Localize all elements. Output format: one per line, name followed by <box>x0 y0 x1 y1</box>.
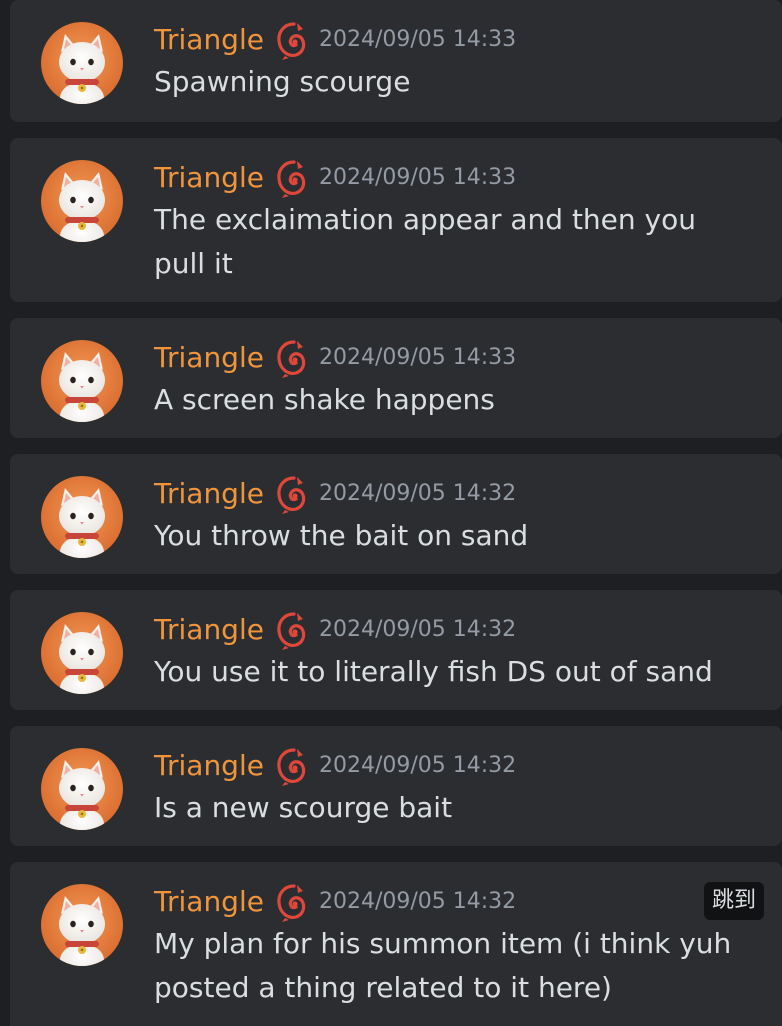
timestamp: 2024/09/05 14:33 <box>318 345 517 370</box>
cat-avatar-icon <box>41 884 123 966</box>
timestamp: 2024/09/05 14:32 <box>318 889 517 914</box>
role-icon[interactable] <box>274 474 308 514</box>
message-header: Triangle 2024/09/05 14:32 <box>154 610 516 650</box>
role-icon[interactable] <box>274 158 308 198</box>
message-card[interactable]: Triangle 2024/09/05 14:33 Spawning scour… <box>10 0 782 122</box>
timestamp: 2024/09/05 14:32 <box>318 481 517 506</box>
message-content: Spawning scourge <box>154 65 411 98</box>
author-name[interactable]: Triangle <box>154 882 264 922</box>
message-header: Triangle 2024/09/05 14:32 <box>154 746 516 786</box>
message-content: Is a new scourge bait <box>154 791 453 824</box>
message-header: Triangle 2024/09/05 14:33 <box>154 20 516 60</box>
role-icon[interactable] <box>274 20 308 60</box>
author-name[interactable]: Triangle <box>154 158 264 198</box>
message-card[interactable]: Triangle 2024/09/05 14:33 A screen shake… <box>10 318 782 438</box>
cat-avatar-icon <box>41 748 123 830</box>
message-content: My plan for his summon item (i think yuh… <box>154 927 732 1004</box>
message-content: The exclaimation appear and then you pul… <box>154 203 696 280</box>
message-header: Triangle 2024/09/05 14:33 <box>154 158 516 198</box>
avatar[interactable] <box>41 340 123 422</box>
avatar[interactable] <box>41 476 123 558</box>
avatar[interactable] <box>41 884 123 966</box>
role-icon[interactable] <box>274 338 308 378</box>
message-header: Triangle 2024/09/05 14:32 <box>154 882 516 922</box>
cat-avatar-icon <box>41 160 123 242</box>
avatar[interactable] <box>41 22 123 104</box>
timestamp: 2024/09/05 14:33 <box>318 165 517 190</box>
author-name[interactable]: Triangle <box>154 746 264 786</box>
message-card[interactable]: Triangle 2024/09/05 14:32 You use it to … <box>10 590 782 710</box>
avatar[interactable] <box>41 612 123 694</box>
message-card[interactable]: Triangle 2024/09/05 14:32 My plan for hi… <box>10 862 782 1026</box>
author-name[interactable]: Triangle <box>154 474 264 514</box>
author-name[interactable]: Triangle <box>154 610 264 650</box>
author-name[interactable]: Triangle <box>154 338 264 378</box>
message-content: You throw the bait on sand <box>154 519 529 552</box>
message-list: Triangle 2024/09/05 14:33 Spawning scour… <box>0 0 782 1026</box>
cat-avatar-icon <box>41 476 123 558</box>
message-card[interactable]: Triangle 2024/09/05 14:33 The exclaimati… <box>10 138 782 302</box>
timestamp: 2024/09/05 14:32 <box>318 753 517 778</box>
author-name[interactable]: Triangle <box>154 20 264 60</box>
cat-avatar-icon <box>41 612 123 694</box>
role-icon[interactable] <box>274 882 308 922</box>
message-content: You use it to literally fish DS out of s… <box>154 655 713 688</box>
message-header: Triangle 2024/09/05 14:33 <box>154 338 516 378</box>
message-card[interactable]: Triangle 2024/09/05 14:32 Is a new scour… <box>10 726 782 846</box>
avatar[interactable] <box>41 748 123 830</box>
cat-avatar-icon <box>41 22 123 104</box>
jump-button[interactable]: 跳到 <box>703 882 764 920</box>
timestamp: 2024/09/05 14:32 <box>318 617 517 642</box>
message-content: A screen shake happens <box>154 383 495 416</box>
cat-avatar-icon <box>41 340 123 422</box>
timestamp: 2024/09/05 14:33 <box>318 27 517 52</box>
role-icon[interactable] <box>274 746 308 786</box>
message-header: Triangle 2024/09/05 14:32 <box>154 474 516 514</box>
role-icon[interactable] <box>274 610 308 650</box>
avatar[interactable] <box>41 160 123 242</box>
message-card[interactable]: Triangle 2024/09/05 14:32 You throw the … <box>10 454 782 574</box>
